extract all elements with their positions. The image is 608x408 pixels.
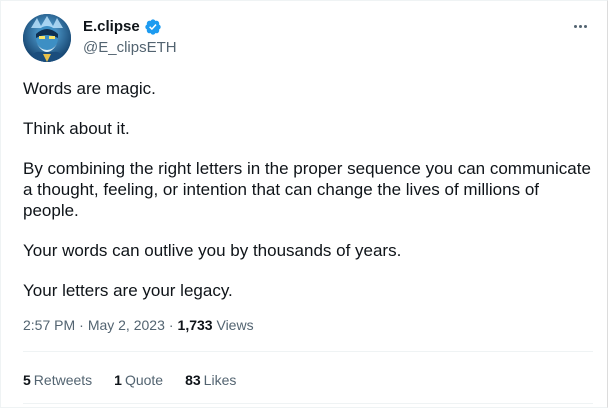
tweet-meta: 2:57 PM · May 2, 2023 · 1,733 Views [23,316,254,334]
tweet-time[interactable]: 2:57 PM [23,317,75,333]
tweet-paragraph: Your letters are your legacy. [23,281,233,300]
likes-stat[interactable]: 83 Likes [185,371,236,389]
tweet-paragraph: Your words can outlive you by thousands … [23,241,402,260]
quotes-count: 1 [114,372,122,388]
retweets-count: 5 [23,372,31,388]
quotes-stat[interactable]: 1 Quote [114,371,163,389]
avatar[interactable] [23,14,71,62]
verified-badge-icon[interactable] [144,18,162,36]
tweet-paragraph: By combining the right letters in the pr… [23,159,591,220]
engagement-stats: 5 Retweets 1 Quote 83 Likes [23,371,258,389]
display-name-row: E.clipse [83,16,177,37]
more-dot [583,24,587,28]
views-count: 1,733 [177,317,213,333]
tweet-header: E.clipse @E_clipsETH [23,14,593,62]
author-names: E.clipse @E_clipsETH [83,16,177,58]
likes-count: 83 [185,372,201,388]
meta-separator: · [168,317,174,333]
views-label: Views [216,317,254,333]
tweet-text: Words are magic. Think about it. By comb… [23,78,593,320]
tweet-paragraph: Think about it. [23,119,130,138]
more-dot [573,24,577,28]
quotes-label: Quote [124,372,164,388]
tweet-paragraph: Words are magic. [23,79,156,98]
likes-label: Likes [203,372,237,388]
author-handle[interactable]: @E_clipsETH [83,38,177,58]
more-options-icon[interactable] [567,16,593,36]
avatar-image [23,14,71,62]
divider [23,403,593,404]
retweets-stat[interactable]: 5 Retweets [23,371,92,389]
tweet-card: E.clipse @E_clipsETH Words are magic. Th… [0,0,608,408]
retweets-label: Retweets [33,372,93,388]
meta-separator: · [79,317,84,333]
tweet-date[interactable]: May 2, 2023 [88,317,165,333]
display-name[interactable]: E.clipse [83,17,140,37]
divider [23,351,593,352]
more-dot [578,24,582,28]
